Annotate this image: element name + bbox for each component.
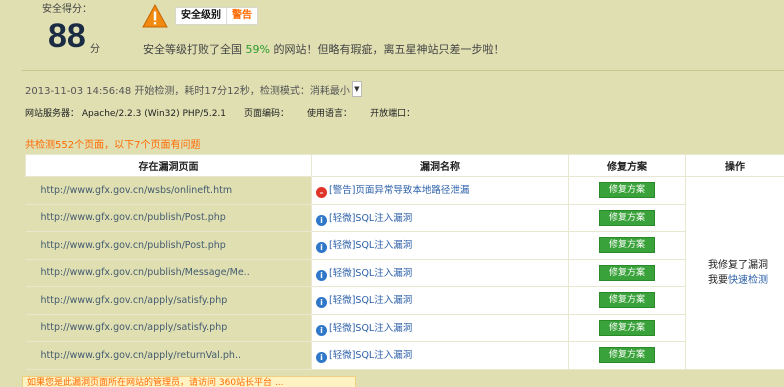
vuln-name-link[interactable]: [轻微]SQL注入漏洞: [329, 213, 412, 224]
table-header-row: 存在漏洞页面 漏洞名称 修复方案 操作: [25, 154, 784, 177]
vulnerability-table: 存在漏洞页面 漏洞名称 修复方案 操作 http://www.gfx.gov.c…: [25, 154, 784, 370]
table-row: http://www.gfx.gov.cn/publish/Post.php i[…: [25, 204, 784, 232]
fix-cell: 修复方案: [568, 314, 686, 342]
column-header-page: 存在漏洞页面: [25, 154, 312, 177]
info-icon: i: [316, 269, 327, 281]
vuln-name-cell: i [轻微]SQL注入漏洞: [311, 231, 569, 260]
fixed-vuln-link[interactable]: 我修复了漏洞: [708, 258, 784, 273]
vuln-page-url[interactable]: http://www.gfx.gov.cn/apply/returnVal.ph…: [25, 341, 312, 370]
warning-icon: [142, 4, 168, 28]
fix-plan-button[interactable]: 修复方案: [599, 264, 655, 281]
table-row: http://www.gfx.gov.cn/publish/Post.php i[…: [25, 231, 784, 260]
quick-scan-link[interactable]: 快速检测: [728, 275, 768, 286]
server-info-server: 网站服务器： Apache/2.2.3 (Win32) PHP/5.2.1: [25, 109, 227, 119]
column-header-action: 操作: [685, 154, 784, 177]
vuln-name-link[interactable]: [轻微]SQL注入漏洞: [329, 240, 412, 251]
vuln-name-cell: i [轻微]SQL注入漏洞: [311, 314, 569, 342]
fix-plan-button[interactable]: 修复方案: [599, 319, 655, 336]
fix-plan-button[interactable]: 修复方案: [599, 182, 655, 199]
table-row: http://www.gfx.gov.cn/publish/Message/Me…: [25, 259, 784, 287]
quick-scan-prefix: 我要: [708, 274, 728, 286]
scan-info: 2013-11-03 14:56:48 开始检测，耗时17分12秒，检测模式：消…: [25, 81, 362, 97]
fix-cell: 修复方案: [568, 259, 686, 287]
ranking-message-suffix: 的网站！但略有瑕疵，离五星神站只差一步啦！: [269, 43, 505, 56]
server-info-ports: 开放端口：: [370, 109, 416, 119]
table-row: http://www.gfx.gov.cn/apply/returnVal.ph…: [25, 341, 784, 370]
vuln-name-link[interactable]: [轻微]SQL注入漏洞: [329, 268, 412, 279]
security-score: 88: [48, 17, 86, 55]
fix-plan-button[interactable]: 修复方案: [599, 209, 655, 226]
vuln-page-url[interactable]: http://www.gfx.gov.cn/apply/satisfy.php: [25, 314, 312, 342]
table-row: http://www.gfx.gov.cn/wsbs/onlineft.htm –…: [25, 176, 784, 370]
scan-summary: 共检测552个页面，以下7个页面有问题: [25, 140, 201, 151]
scan-info-text: 2013-11-03 14:56:48 开始检测，耗时17分12秒，检测模式：消…: [25, 85, 350, 97]
vuln-name-link[interactable]: [轻微]SQL注入漏洞: [329, 323, 412, 334]
vuln-name-cell: i [轻微]SQL注入漏洞: [311, 341, 569, 370]
vuln-name-cell: i [轻微]SQL注入漏洞: [311, 286, 569, 315]
column-header-vuln-name: 漏洞名称: [311, 154, 569, 177]
quick-scan-line: 我要快速检测: [708, 273, 784, 288]
info-icon: i: [316, 214, 327, 226]
ranking-message: 安全等级打败了全国 59% 的网站！但略有瑕疵，离五星神站只差一步啦！: [143, 41, 504, 57]
ranking-percent: 59%: [245, 43, 270, 56]
fix-cell: 修复方案: [568, 204, 686, 232]
vuln-page-url[interactable]: http://www.gfx.gov.cn/apply/satisfy.php: [25, 286, 312, 315]
fix-plan-button[interactable]: 修复方案: [599, 237, 655, 254]
security-level-label: 安全级别: [176, 8, 227, 24]
vuln-page-url[interactable]: http://www.gfx.gov.cn/publish/Post.php: [25, 231, 312, 260]
info-icon: i: [316, 324, 327, 336]
column-header-fix: 修复方案: [568, 154, 686, 177]
action-cell: 我修复了漏洞 我要快速检测: [685, 176, 784, 370]
vuln-page-url[interactable]: http://www.gfx.gov.cn/wsbs/onlineft.htm: [25, 176, 312, 205]
security-level-value: 警告: [232, 10, 252, 21]
vuln-name-cell: – [警告]页面异常导致本地路径泄漏: [311, 176, 569, 205]
notice-bar: 如果您是此漏洞页面所在网站的管理员，请访问 360站长平台 ...: [22, 376, 356, 387]
ranking-message-prefix: 安全等级打败了全国: [143, 43, 246, 56]
fix-plan-button[interactable]: 修复方案: [599, 347, 655, 364]
fix-plan-button[interactable]: 修复方案: [599, 292, 655, 309]
fix-cell: 修复方案: [568, 176, 686, 205]
server-info-encoding: 页面编码：: [244, 109, 290, 119]
vuln-name-link[interactable]: [警告]页面异常导致本地路径泄漏: [329, 185, 469, 196]
info-icon: i: [316, 242, 327, 254]
server-info: 网站服务器： Apache/2.2.3 (Win32) PHP/5.2.1 页面…: [25, 106, 415, 119]
table-row: http://www.gfx.gov.cn/apply/satisfy.php i…: [25, 314, 784, 342]
fix-cell: 修复方案: [568, 286, 686, 315]
info-icon: i: [316, 297, 327, 309]
vuln-name-link[interactable]: [轻微]SQL注入漏洞: [329, 295, 412, 306]
vuln-name-cell: i [轻微]SQL注入漏洞: [311, 259, 569, 287]
score-label: 安全得分：: [42, 4, 92, 15]
error-icon: –: [316, 187, 327, 199]
info-icon: i: [316, 352, 327, 364]
server-info-language: 使用语言：: [307, 109, 353, 119]
fix-cell: 修复方案: [568, 231, 686, 260]
vuln-page-url[interactable]: http://www.gfx.gov.cn/publish/Message/Me…: [25, 259, 312, 287]
vuln-name-link[interactable]: [轻微]SQL注入漏洞: [329, 350, 412, 361]
vuln-name-cell: i [轻微]SQL注入漏洞: [311, 204, 569, 232]
fix-cell: 修复方案: [568, 341, 686, 370]
score-unit: 分: [90, 44, 100, 55]
vuln-page-url[interactable]: http://www.gfx.gov.cn/publish/Post.php: [25, 204, 312, 232]
security-level-badge: 安全级别 警告: [175, 7, 258, 25]
divider: [22, 70, 784, 71]
table-row: http://www.gfx.gov.cn/apply/satisfy.php i…: [25, 286, 784, 315]
chevron-down-icon[interactable]: ▼: [351, 81, 362, 97]
